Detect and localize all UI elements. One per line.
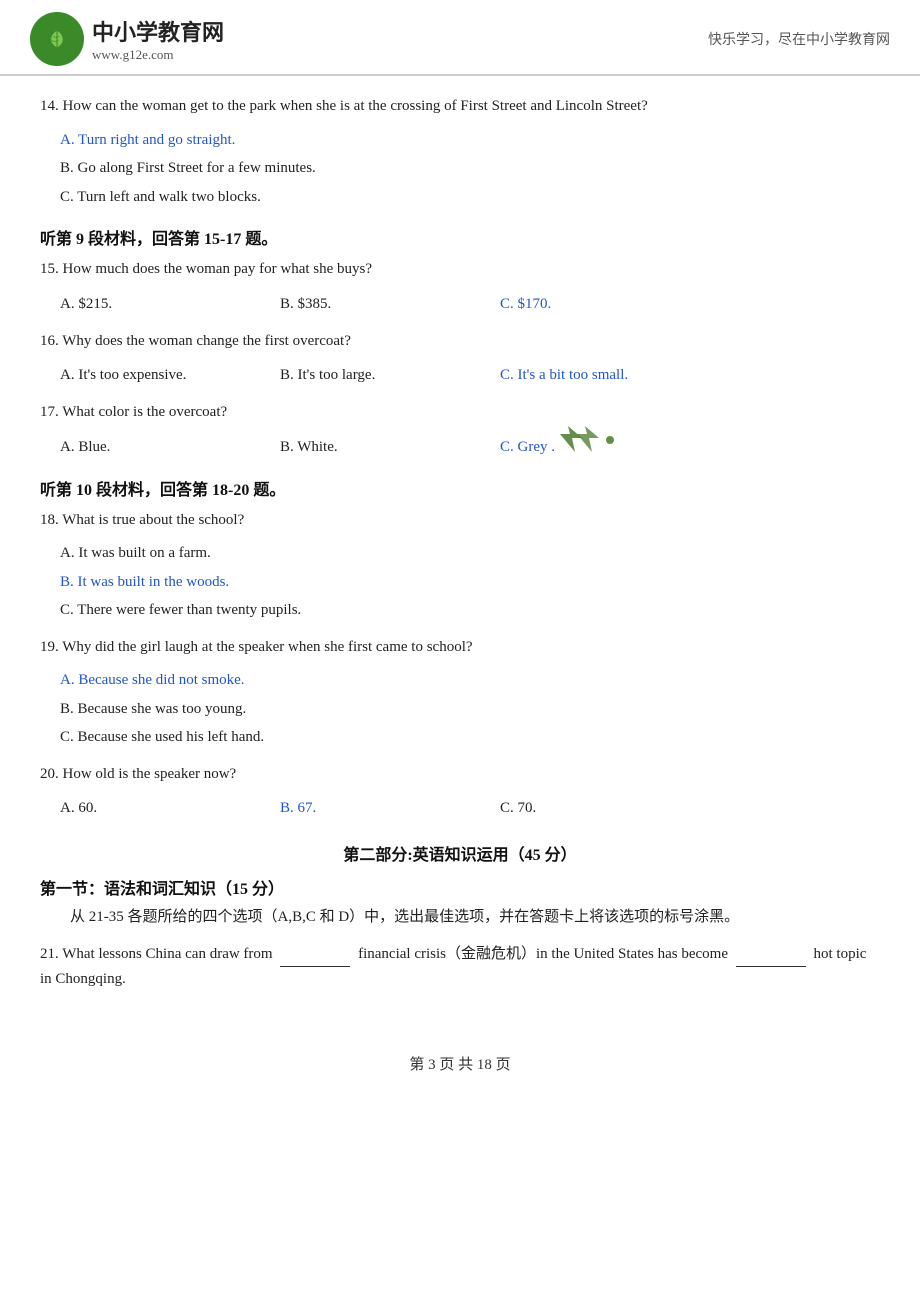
q16-options: A. It's too expensive. B. It's too large… — [60, 360, 880, 390]
q14-text: 14. How can the woman get to the park wh… — [40, 94, 880, 120]
q14-option-a: A. Turn right and go straight. — [60, 126, 880, 155]
question-16: 16. Why does the woman change the first … — [40, 329, 880, 391]
q19-option-c: C. Because she used his left hand. — [60, 723, 880, 752]
section-9-title: 听第 9 段材料，回答第 15-17 题。 — [40, 225, 880, 249]
q16-option-b: B. It's too large. — [280, 360, 500, 390]
question-19: 19. Why did the girl laugh at the speake… — [40, 635, 880, 752]
section1-instructions: 从 21-35 各题所给的四个选项（A,B,C 和 D）中，选出最佳选项，并在答… — [40, 905, 880, 931]
q14-options: A. Turn right and go straight. B. Go alo… — [60, 126, 880, 212]
question-21: 21. What lessons China can draw from fin… — [40, 941, 880, 993]
q17-options-wrapper: A. Blue. B. White. C. Grey . — [40, 432, 880, 462]
header-slogan: 快乐学习，尽在中小学教育网 — [708, 29, 890, 49]
q15-option-c: C. $170. — [500, 289, 700, 319]
question-14: 14. How can the woman get to the park wh… — [40, 94, 880, 211]
main-content: 14. How can the woman get to the park wh… — [0, 76, 920, 1033]
logo-url: www.g12e.com — [92, 47, 224, 63]
logo-area: 中小学教育网 www.g12e.com — [30, 12, 224, 66]
logo-title: 中小学教育网 — [92, 15, 224, 47]
q21-text: 21. What lessons China can draw from fin… — [40, 941, 880, 993]
logo-icon — [30, 12, 84, 66]
page-footer: 第 3 页 共 18 页 — [0, 1053, 920, 1084]
q16-option-a: A. It's too expensive. — [60, 360, 280, 390]
question-18: 18. What is true about the school? A. It… — [40, 508, 880, 625]
q18-option-b: B. It was built in the woods. — [60, 568, 880, 597]
q17-option-b: B. White. — [280, 432, 500, 462]
decorative-arrows — [560, 424, 620, 464]
q20-option-a: A. 60. — [60, 793, 280, 823]
q20-text: 20. How old is the speaker now? — [40, 762, 880, 788]
q20-option-b: B. 67. — [280, 793, 500, 823]
section-10-title: 听第 10 段材料，回答第 18-20 题。 — [40, 476, 880, 500]
question-17: 17. What color is the overcoat? A. Blue.… — [40, 400, 880, 462]
q19-option-a: A. Because she did not smoke. — [60, 666, 880, 695]
footer-text: 第 3 页 共 18 页 — [409, 1057, 510, 1073]
q16-text: 16. Why does the woman change the first … — [40, 329, 880, 355]
q19-text: 19. Why did the girl laugh at the speake… — [40, 635, 880, 661]
q15-options: A. $215. B. $385. C. $170. — [60, 289, 880, 319]
q21-blank2 — [736, 941, 806, 968]
q17-option-c-text: C. Grey . — [500, 432, 555, 462]
q17-text: 17. What color is the overcoat? — [40, 400, 880, 426]
q16-option-c: C. It's a bit too small. — [500, 360, 700, 390]
q18-options: A. It was built on a farm. B. It was bui… — [60, 539, 880, 625]
q20-option-c: C. 70. — [500, 793, 700, 823]
section1-title: 第一节：语法和词汇知识（15 分） — [40, 875, 880, 899]
q21-blank1 — [280, 941, 350, 968]
q14-option-b: B. Go along First Street for a few minut… — [60, 154, 880, 183]
logo-text: 中小学教育网 www.g12e.com — [92, 15, 224, 63]
q14-option-c: C. Turn left and walk two blocks. — [60, 183, 880, 212]
part2-title-wrapper: 第二部分:英语知识运用（45 分） — [40, 841, 880, 865]
q17-option-a: A. Blue. — [60, 432, 280, 462]
q18-text: 18. What is true about the school? — [40, 508, 880, 534]
q18-option-c: C. There were fewer than twenty pupils. — [60, 596, 880, 625]
page-header: 中小学教育网 www.g12e.com 快乐学习，尽在中小学教育网 — [0, 0, 920, 76]
part2-title: 第二部分:英语知识运用（45 分） — [343, 847, 576, 864]
q17-options: A. Blue. B. White. C. Grey . — [60, 432, 880, 462]
q15-option-a: A. $215. — [60, 289, 280, 319]
q19-options: A. Because she did not smoke. B. Because… — [60, 666, 880, 752]
q15-text: 15. How much does the woman pay for what… — [40, 257, 880, 283]
q19-option-b: B. Because she was too young. — [60, 695, 880, 724]
q20-options: A. 60. B. 67. C. 70. — [60, 793, 880, 823]
q18-option-a: A. It was built on a farm. — [60, 539, 880, 568]
question-15: 15. How much does the woman pay for what… — [40, 257, 880, 319]
q15-option-b: B. $385. — [280, 289, 500, 319]
question-20: 20. How old is the speaker now? A. 60. B… — [40, 762, 880, 824]
